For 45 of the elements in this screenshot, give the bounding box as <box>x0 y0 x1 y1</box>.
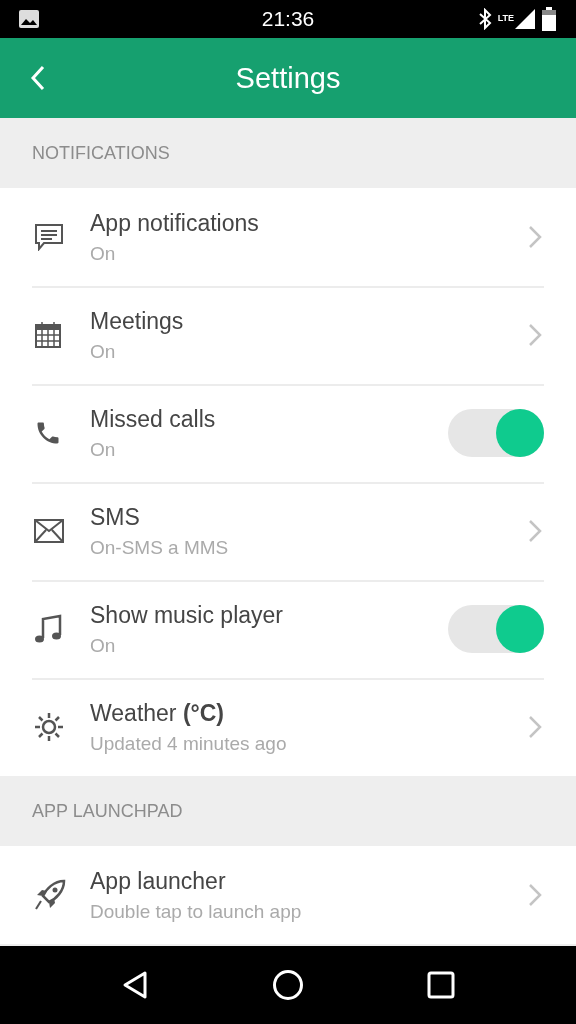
settings-item[interactable]: Weather (°C) Updated 4 minutes ago <box>0 678 576 776</box>
item-title: App notifications <box>90 209 259 237</box>
network-type: LTE <box>497 13 514 23</box>
item-title: Weather (°C) <box>90 699 225 727</box>
chevron-icon <box>528 883 542 907</box>
sun-icon <box>34 712 64 742</box>
toggle-switch[interactable] <box>448 409 544 457</box>
chevron-icon <box>528 225 542 249</box>
item-subtitle: On-SMS a MMS <box>90 536 229 559</box>
settings-item[interactable]: Meetings On <box>0 286 576 384</box>
clock-time: 21:36 <box>260 7 316 31</box>
item-subtitle: On <box>90 340 116 363</box>
speech-bubble-icon <box>34 223 64 251</box>
envelope-icon <box>34 519 64 543</box>
item-title: App launcher <box>90 867 226 895</box>
rocket-icon <box>34 879 66 911</box>
settings-item[interactable]: Missed calls On <box>0 384 576 482</box>
chevron-left-icon <box>30 65 46 91</box>
music-note-icon <box>34 614 62 644</box>
item-subtitle: On <box>90 634 116 657</box>
chevron-icon <box>528 323 542 347</box>
chevron-icon <box>528 519 542 543</box>
triangle-icon <box>121 970 150 1000</box>
page-title: Settings <box>235 61 341 95</box>
battery-icon <box>542 7 556 31</box>
settings-item[interactable]: App launcher Double tap to launch app <box>0 846 576 944</box>
settings-item[interactable]: App notifications On <box>0 188 576 286</box>
item-title: SMS <box>90 503 140 531</box>
toggle-switch[interactable] <box>448 605 544 653</box>
item-subtitle: On <box>90 242 116 265</box>
calendar-icon <box>34 321 62 349</box>
item-subtitle: Updated 4 minutes ago <box>90 732 287 755</box>
settings-item[interactable]: SMS On-SMS a MMS <box>0 482 576 580</box>
item-subtitle: Double tap to launch app <box>90 900 302 923</box>
square-icon <box>426 971 455 999</box>
circle-icon <box>272 969 304 1001</box>
image-icon <box>18 9 40 29</box>
item-title: Show music player <box>90 601 284 629</box>
item-subtitle: On <box>90 438 116 461</box>
signal-icon <box>514 8 536 30</box>
item-title: Meetings <box>90 307 184 335</box>
item-title: Missed calls <box>90 405 216 433</box>
chevron-icon <box>528 715 542 739</box>
bluetooth-icon <box>477 8 492 30</box>
settings-item[interactable]: Show music player On <box>0 580 576 678</box>
